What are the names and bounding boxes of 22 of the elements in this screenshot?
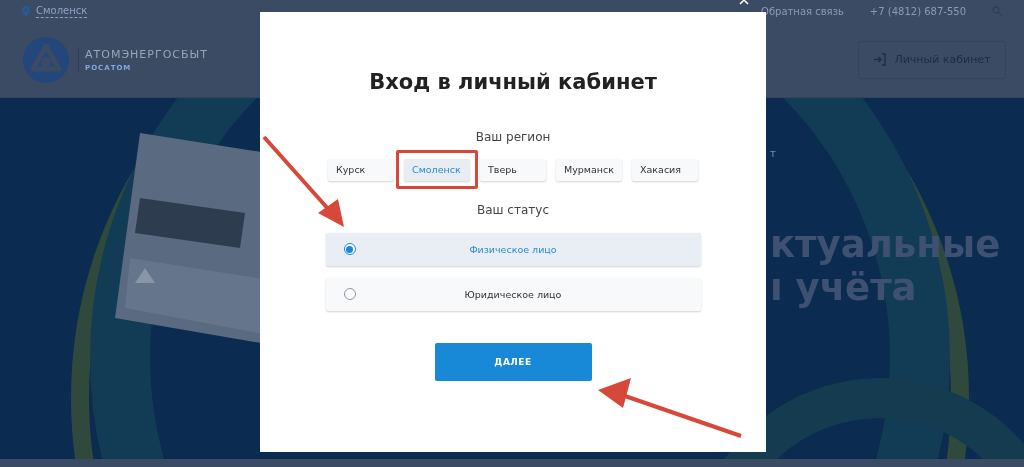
location-pin-icon [22,5,30,17]
region-option[interactable]: Курск [328,158,394,181]
radio-button[interactable] [343,243,356,255]
hero-kicker: т [770,148,777,159]
close-icon[interactable] [739,0,749,5]
region-option[interactable]: Смоленск [404,158,470,181]
header-link[interactable]: +7 (4812) 687-550 [869,5,966,17]
region-option[interactable]: Хакасия [632,158,698,181]
header-link[interactable]: Обратная связь [761,5,844,17]
status-option[interactable]: Физическое лицо [325,232,701,266]
city-link[interactable]: Смоленск [36,4,88,18]
radio-button[interactable] [343,288,356,300]
region-label: Ваш регион [475,130,551,144]
login-icon [873,53,887,66]
status-option[interactable]: Юридическое лицо [325,277,701,311]
region-option[interactable]: Мурманск [556,158,622,181]
brand-name: АТОМЭНЕРГОСБЫТ [85,47,208,61]
status-label: Ваш статус [477,202,549,217]
region-option[interactable]: Тверь [480,158,546,181]
logo-icon [22,35,70,84]
dialog-title: Вход в личный кабинет [369,70,657,94]
next-button[interactable]: ДАЛЕЕ [434,342,592,381]
